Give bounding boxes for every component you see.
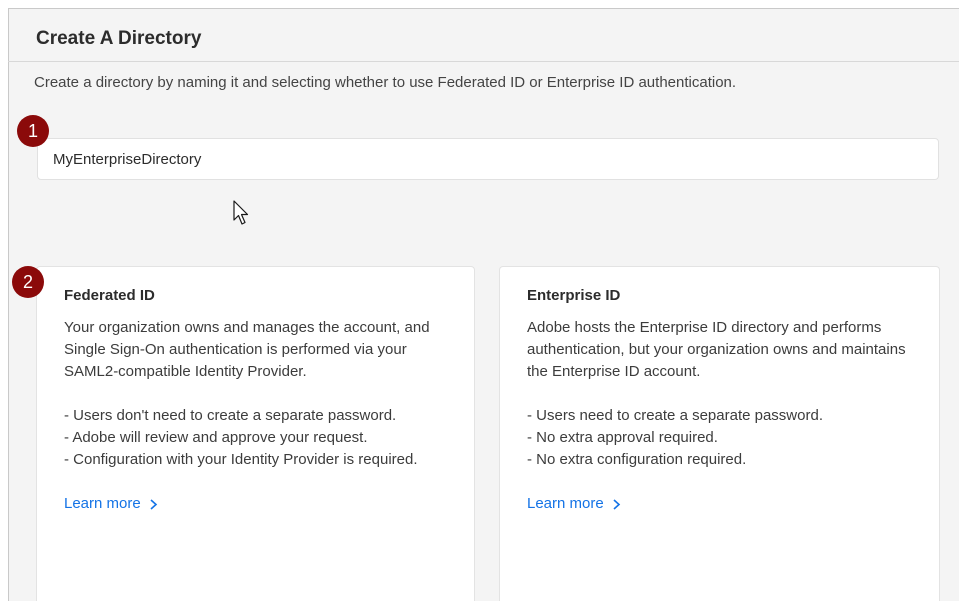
option-point: - No extra configuration required. (527, 451, 747, 468)
option-point: - Users don't need to create a separate … (64, 407, 397, 424)
mouse-pointer-icon (233, 200, 249, 231)
federated-id-option-card[interactable]: Federated ID Your organization owns and … (36, 266, 475, 601)
directory-name-input[interactable] (37, 138, 939, 180)
option-body: Adobe hosts the Enterprise ID directory … (527, 317, 921, 515)
chevron-right-icon (613, 498, 620, 510)
option-point: - Configuration with your Identity Provi… (64, 451, 418, 468)
page-title: Create A Directory (36, 28, 202, 49)
enterprise-learn-more-link[interactable]: Learn more (527, 493, 621, 515)
option-points: - Users need to create a separate passwo… (527, 405, 921, 471)
enterprise-id-option-card[interactable]: Enterprise ID Adobe hosts the Enterprise… (499, 266, 940, 601)
option-point: - Users need to create a separate passwo… (527, 407, 823, 424)
step-2-badge: 2 (12, 266, 44, 298)
chevron-right-icon (150, 498, 157, 510)
option-title: Enterprise ID (527, 287, 621, 304)
option-point: - No extra approval required. (527, 429, 718, 446)
option-description: Adobe hosts the Enterprise ID directory … (527, 319, 906, 380)
step-1-badge: 1 (17, 115, 49, 147)
option-points: - Users don't need to create a separate … (64, 405, 456, 471)
federated-learn-more-link[interactable]: Learn more (64, 493, 158, 515)
panel-header: Create A Directory (8, 8, 959, 62)
option-point: - Adobe will review and approve your req… (64, 429, 368, 446)
learn-more-label: Learn more (64, 495, 141, 512)
learn-more-label: Learn more (527, 495, 604, 512)
page-description: Create a directory by naming it and sele… (34, 74, 737, 91)
option-description: Your organization owns and manages the a… (64, 319, 430, 380)
option-title: Federated ID (64, 287, 155, 304)
option-body: Your organization owns and manages the a… (64, 317, 456, 515)
